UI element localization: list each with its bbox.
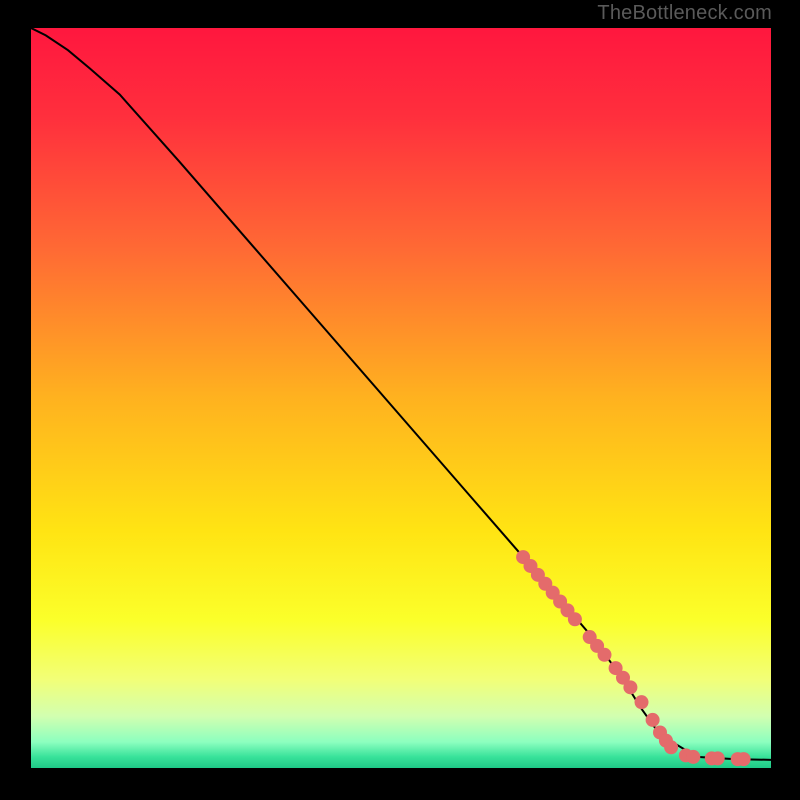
data-point — [568, 612, 582, 626]
data-point — [635, 695, 649, 709]
attribution-label: TheBottleneck.com — [597, 2, 772, 25]
data-point — [737, 752, 751, 766]
data-point — [646, 713, 660, 727]
chart-svg — [31, 28, 771, 768]
data-point — [711, 751, 725, 765]
plot-area — [31, 28, 771, 768]
chart-frame: TheBottleneck.com — [0, 0, 800, 800]
data-point — [686, 750, 700, 764]
data-point — [664, 740, 678, 754]
data-point — [598, 648, 612, 662]
gradient-background — [31, 28, 771, 768]
data-point — [623, 680, 637, 694]
